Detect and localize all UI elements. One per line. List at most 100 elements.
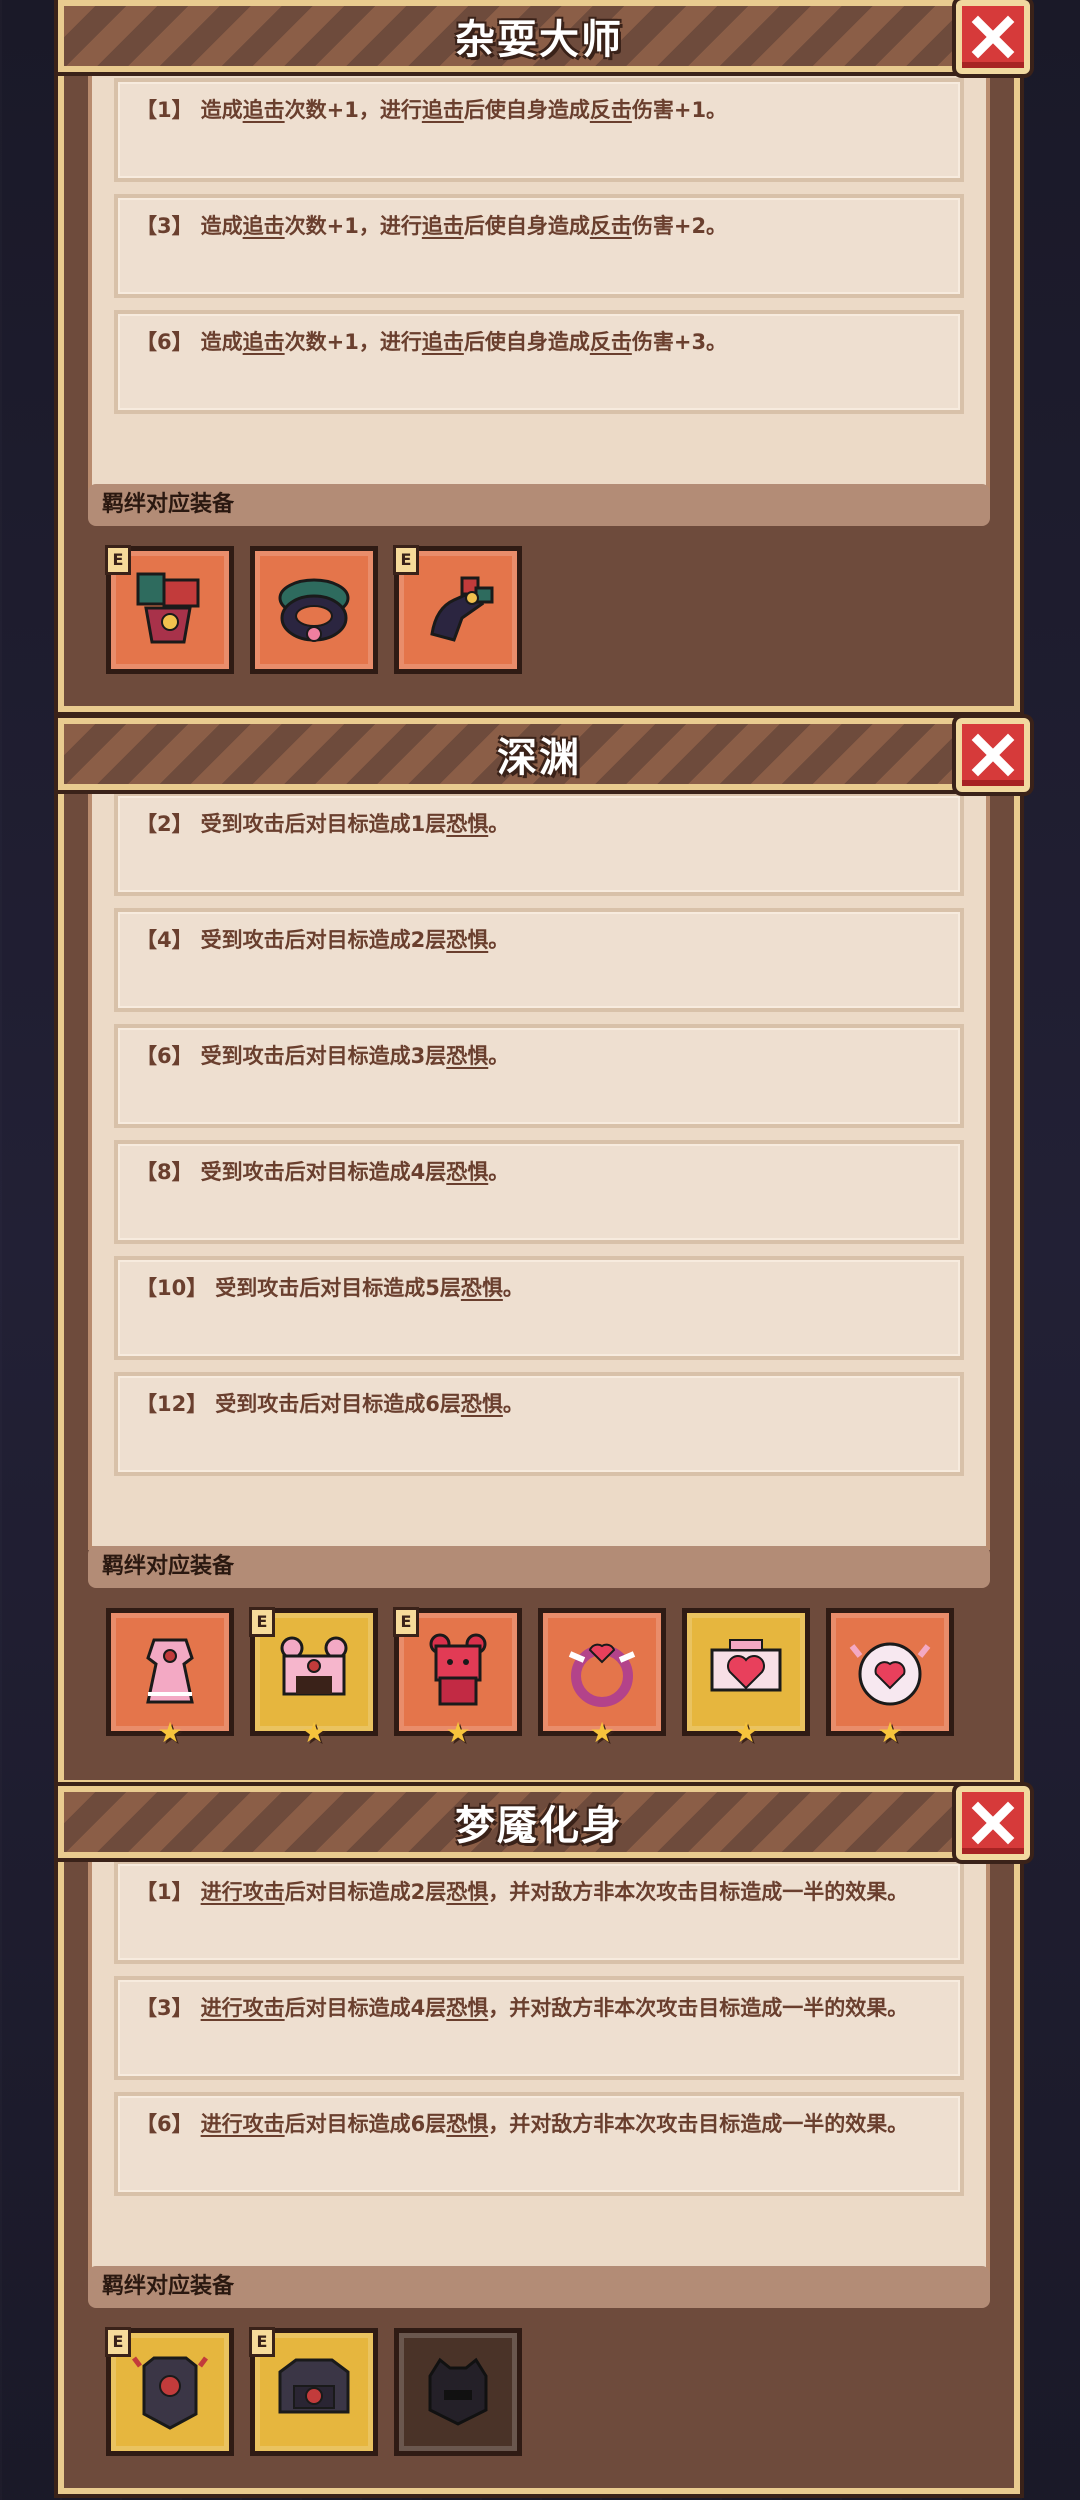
effect-level: 【6】 xyxy=(136,2112,193,2136)
bond-panel-juggler: 【1】 造成追击次数+1，进行追击后使自身造成反击伤害+1。 【3】 造成追击次数+… xyxy=(58,36,1020,712)
effect-text: 受到攻击后对目标造成6层 xyxy=(215,1392,461,1416)
equipment-slot[interactable]: ★ xyxy=(826,1608,954,1747)
effect-text: 。 xyxy=(488,1160,510,1184)
jester-collar-icon xyxy=(278,578,350,642)
equipment-slot[interactable]: E xyxy=(105,545,234,674)
close-button[interactable] xyxy=(956,0,1030,74)
keyword-link[interactable]: 进行攻击 xyxy=(201,1880,285,1904)
bond-panel-abyss: 【2】 受到攻击后对目标造成1层恐惧。 【4】 受到攻击后对目标造成2层恐惧。 【6… xyxy=(58,750,1020,1786)
keyword-link[interactable]: 恐惧 xyxy=(446,812,488,836)
effect-row: 【12】 受到攻击后对目标造成6层恐惧。 xyxy=(114,1372,964,1476)
keyword-link[interactable]: 追击 xyxy=(422,214,464,238)
effect-level: 【4】 xyxy=(136,928,193,952)
equipment-slot[interactable]: E ★ xyxy=(249,1607,378,1747)
bond-header-nightmare: 梦魇化身 xyxy=(58,1786,1030,1860)
effect-level: 【8】 xyxy=(136,1160,193,1184)
effect-row: 【6】 受到攻击后对目标造成3层恐惧。 xyxy=(114,1024,964,1128)
keyword-link[interactable]: 追击 xyxy=(243,98,285,122)
effect-row: 【8】 受到攻击后对目标造成4层恐惧。 xyxy=(114,1140,964,1244)
keyword-link[interactable]: 追击 xyxy=(422,98,464,122)
equipment-slot[interactable] xyxy=(394,2328,522,2456)
close-icon xyxy=(971,15,1015,59)
page-title: 深渊 xyxy=(497,735,581,781)
effect-text: 后对目标造成6层 xyxy=(284,2112,447,2136)
effect-text: 伤害+1。 xyxy=(631,98,728,122)
keyword-link[interactable]: 恐惧 xyxy=(446,1996,488,2020)
equip-label: 羁绊对应装备 xyxy=(88,1546,990,1588)
keyword-link[interactable]: 恐惧 xyxy=(446,928,488,952)
bear-hood-icon xyxy=(280,1636,348,1696)
effect-row: 【6】 造成追击次数+1，进行追击后使自身造成反击伤害+3。 xyxy=(114,310,964,414)
keyword-link[interactable]: 追击 xyxy=(422,330,464,354)
effect-text: 。 xyxy=(488,812,510,836)
keyword-link[interactable]: 恐惧 xyxy=(446,1880,488,1904)
effect-text: 造成 xyxy=(200,214,243,238)
equipped-badge: E xyxy=(393,545,419,575)
effect-text: 次数+1，进行 xyxy=(284,330,422,354)
effect-level: 【10】 xyxy=(136,1276,208,1300)
equipped-badge: E xyxy=(105,545,131,575)
effect-text: 受到攻击后对目标造成5层 xyxy=(215,1276,461,1300)
equipment-slot[interactable]: E xyxy=(105,2327,234,2456)
heart-ring-icon xyxy=(568,1643,636,1707)
effect-text: 。 xyxy=(488,928,510,952)
keyword-link[interactable]: 进行攻击 xyxy=(201,2112,285,2136)
effect-text: ，并对敌方非本次攻击目标造成一半的效果。 xyxy=(488,1880,909,1904)
bond-header-abyss: 深渊 xyxy=(58,718,1030,792)
close-button[interactable] xyxy=(956,1786,1030,1860)
keyword-link[interactable]: 追击 xyxy=(243,214,285,238)
effect-text: 次数+1，进行 xyxy=(284,98,422,122)
keyword-link[interactable]: 恐惧 xyxy=(446,2112,488,2136)
effect-text: 。 xyxy=(502,1392,524,1416)
star-icon: ★ xyxy=(445,1716,471,1749)
equipment-slot[interactable]: ★ xyxy=(682,1608,810,1747)
keyword-link[interactable]: 进行攻击 xyxy=(201,1996,285,2020)
equip-label: 羁绊对应装备 xyxy=(88,2266,990,2308)
close-icon xyxy=(971,1801,1015,1845)
effect-text: ，并对敌方非本次攻击目标造成一半的效果。 xyxy=(488,2112,909,2136)
heart-shield-icon xyxy=(849,1642,931,1706)
keyword-link[interactable]: 反击 xyxy=(590,330,632,354)
keyword-link[interactable]: 恐惧 xyxy=(461,1392,503,1416)
effects-area: 【2】 受到攻击后对目标造成1层恐惧。 【4】 受到攻击后对目标造成2层恐惧。 【6… xyxy=(88,778,990,1550)
equipment-slot[interactable] xyxy=(250,546,378,674)
effect-level: 【1】 xyxy=(136,1880,193,1904)
effect-text: 。 xyxy=(488,1044,510,1068)
effect-text: 造成 xyxy=(200,98,243,122)
effect-text: ，并对敌方非本次攻击目标造成一半的效果。 xyxy=(488,1996,909,2020)
effect-level: 【12】 xyxy=(136,1392,208,1416)
keyword-link[interactable]: 恐惧 xyxy=(446,1044,488,1068)
equipment-slot[interactable]: E xyxy=(393,545,522,674)
effect-level: 【6】 xyxy=(136,1044,193,1068)
red-bear-icon xyxy=(429,1633,487,1706)
effect-text: 后对目标造成4层 xyxy=(284,1996,447,2020)
keyword-link[interactable]: 追击 xyxy=(243,330,285,354)
star-icon: ★ xyxy=(733,1716,759,1749)
star-icon: ★ xyxy=(589,1716,615,1749)
effects-area: 【1】 造成追击次数+1，进行追击后使自身造成反击伤害+1。 【3】 造成追击次数+… xyxy=(88,64,990,504)
effect-text: 后使自身造成 xyxy=(463,98,590,122)
effect-row: 【1】 进行攻击后对目标造成2层恐惧，并对敌方非本次攻击目标造成一半的效果。 xyxy=(114,1860,964,1964)
effect-text: 伤害+2。 xyxy=(631,214,728,238)
effect-text: 后对目标造成2层 xyxy=(284,1880,447,1904)
equipment-slot[interactable]: E ★ xyxy=(393,1607,522,1747)
page-title: 梦魇化身 xyxy=(455,1803,623,1849)
equipment-slot[interactable]: ★ xyxy=(538,1608,666,1747)
nightmare-chest-icon xyxy=(278,2358,350,2414)
equipment-slot[interactable]: E xyxy=(249,2327,378,2456)
effect-row: 【2】 受到攻击后对目标造成1层恐惧。 xyxy=(114,792,964,896)
keyword-link[interactable]: 反击 xyxy=(590,98,632,122)
nightmare-armor-icon xyxy=(132,2356,208,2430)
star-icon: ★ xyxy=(157,1716,183,1749)
effect-level: 【2】 xyxy=(136,812,193,836)
equip-label: 羁绊对应装备 xyxy=(88,484,990,526)
equipment-slot[interactable]: ★ xyxy=(106,1608,234,1747)
effect-text: 受到攻击后对目标造成2层 xyxy=(200,928,447,952)
close-button[interactable] xyxy=(956,718,1030,792)
keyword-link[interactable]: 恐惧 xyxy=(461,1276,503,1300)
effect-text: 受到攻击后对目标造成1层 xyxy=(200,812,447,836)
keyword-link[interactable]: 反击 xyxy=(590,214,632,238)
effect-text: 受到攻击后对目标造成4层 xyxy=(200,1160,447,1184)
effect-text: 后使自身造成 xyxy=(463,330,590,354)
keyword-link[interactable]: 恐惧 xyxy=(446,1160,488,1184)
